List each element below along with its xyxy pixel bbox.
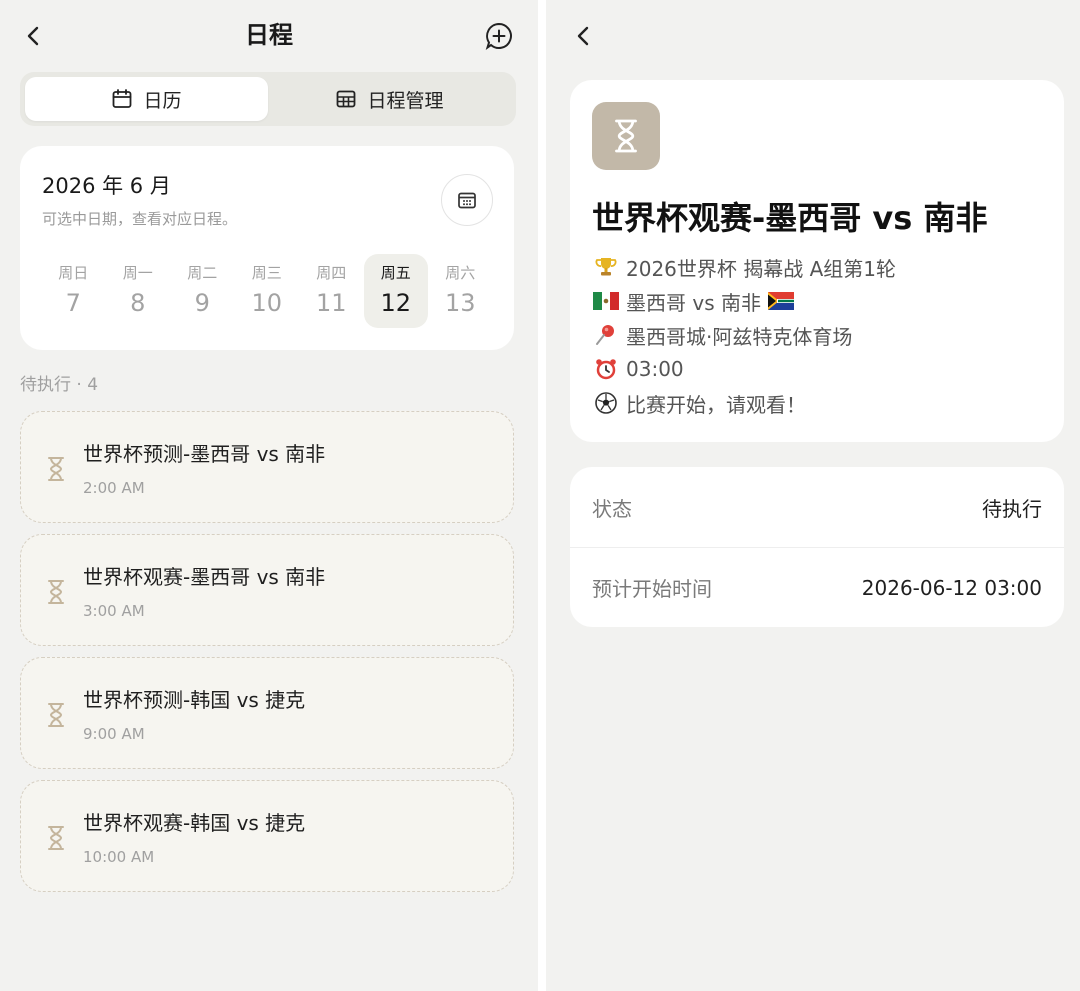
event-line-venue: 墨西哥城·阿兹特克体育场 (592, 318, 896, 352)
event-badge (592, 102, 660, 170)
chat-plus-icon (485, 22, 512, 51)
pin-icon (592, 322, 620, 348)
day-fri-selected[interactable]: 周五 12 (363, 254, 428, 328)
calendar-grid-icon (458, 192, 476, 209)
task-title: 世界杯预测-韩国 vs 捷克 (83, 688, 306, 712)
tab-schedule-management-label: 日程管理 (367, 89, 444, 112)
day-thu[interactable]: 周四 11 (299, 254, 364, 328)
schedule-detail-screen: 世界杯观赛-墨西哥 vs 南非 2026世界杯 揭幕战 A组第1轮 墨西哥 vs… (546, 0, 1080, 991)
task-time: 2:00 AM (83, 479, 145, 497)
mexico-flag-icon (592, 288, 620, 314)
task-time: 10:00 AM (83, 848, 155, 866)
event-info-lines: 2026世界杯 揭幕战 A组第1轮 墨西哥 vs 南非 墨西哥城·阿兹特克体育场 (592, 250, 896, 420)
task-title: 世界杯预测-墨西哥 vs 南非 (83, 442, 326, 466)
event-title: 世界杯观赛-墨西哥 vs 南非 (592, 199, 988, 237)
event-line-teams: 墨西哥 vs 南非 (592, 284, 896, 318)
start-time-label: 预计开始时间 (592, 577, 712, 601)
day-number: 11 (315, 289, 347, 317)
calendar-card: 2026 年 6 月 可选中日期，查看对应日程。 周日 7 周一 8 周二 9 周三 1… (20, 146, 514, 350)
event-line-tournament: 2026世界杯 揭幕战 A组第1轮 (592, 250, 896, 284)
status-label: 状态 (592, 496, 632, 521)
soccer-ball-icon (592, 390, 620, 416)
day-sat[interactable]: 周六 13 (428, 254, 493, 328)
task-title: 世界杯观赛-韩国 vs 捷克 (83, 811, 306, 835)
hourglass-icon (48, 826, 64, 850)
back-button[interactable] (566, 18, 602, 54)
event-tournament: 2026世界杯 揭幕战 A组第1轮 (626, 256, 897, 281)
day-number: 13 (444, 289, 476, 317)
day-number: 12 (380, 289, 412, 317)
task-item[interactable]: 世界杯预测-墨西哥 vs 南非 2:00 AM (20, 411, 514, 523)
schedule-screen: 日程 日历 日程管理 2026 年 6 月 可选中日期，查看对应日程。 周日 7… (0, 0, 538, 991)
view-tabs: 日历 日程管理 (20, 72, 516, 126)
alarm-clock-icon (592, 356, 620, 382)
event-teams: 墨西哥 vs 南非 (626, 290, 761, 315)
day-weekday: 周六 (445, 264, 476, 282)
tab-calendar-label: 日历 (143, 89, 182, 112)
day-weekday: 周日 (58, 264, 89, 282)
tab-schedule-management[interactable]: 日程管理 (268, 77, 511, 121)
start-time-row: 预计开始时间 2026-06-12 03:00 (570, 547, 1064, 627)
task-time: 3:00 AM (83, 602, 145, 620)
south-africa-flag-icon (767, 288, 795, 314)
hourglass-icon (48, 580, 64, 604)
event-line-message: 比赛开始，请观看！ (592, 386, 896, 420)
page-title: 日程 (245, 21, 293, 49)
status-value: 待执行 (982, 496, 1042, 521)
event-detail-card: 世界杯观赛-墨西哥 vs 南非 2026世界杯 揭幕战 A组第1轮 墨西哥 vs… (570, 80, 1064, 442)
week-strip: 周日 7 周一 8 周二 9 周三 10 周四 11 周五 12 周六 13 (41, 254, 493, 328)
event-venue: 墨西哥城·阿兹特克体育场 (626, 324, 853, 349)
status-row: 状态 待执行 (570, 467, 1064, 547)
day-tue[interactable]: 周二 9 (170, 254, 235, 328)
event-info-card: 状态 待执行 预计开始时间 2026-06-12 03:00 (570, 467, 1064, 627)
tab-calendar[interactable]: 日历 (25, 77, 268, 121)
day-weekday: 周一 (122, 264, 153, 282)
task-time: 9:00 AM (83, 725, 145, 743)
day-sun[interactable]: 周日 7 (41, 254, 106, 328)
day-weekday: 周四 (316, 264, 347, 282)
chevron-left-icon (577, 26, 589, 46)
day-weekday: 周五 (380, 264, 411, 282)
day-number: 9 (194, 289, 210, 317)
grid-icon (337, 90, 356, 108)
task-item[interactable]: 世界杯观赛-韩国 vs 捷克 10:00 AM (20, 780, 514, 892)
hourglass-icon (48, 703, 64, 727)
task-item[interactable]: 世界杯预测-韩国 vs 捷克 9:00 AM (20, 657, 514, 769)
day-number: 8 (130, 289, 146, 317)
day-wed[interactable]: 周三 10 (235, 254, 300, 328)
day-weekday: 周二 (187, 264, 218, 282)
event-line-time: 03:00 (592, 352, 896, 386)
day-number: 7 (65, 289, 81, 317)
date-picker-button[interactable] (441, 174, 493, 226)
day-weekday: 周三 (251, 264, 282, 282)
trophy-icon (592, 254, 620, 280)
task-item[interactable]: 世界杯观赛-墨西哥 vs 南非 3:00 AM (20, 534, 514, 646)
calendar-month: 2026 年 6 月 (42, 174, 171, 198)
start-time-value: 2026-06-12 03:00 (861, 575, 1042, 600)
calendar-icon (113, 89, 132, 108)
calendar-hint: 可选中日期，查看对应日程。 (42, 210, 238, 228)
event-time: 03:00 (626, 357, 684, 381)
day-number: 10 (251, 289, 283, 317)
day-mon[interactable]: 周一 8 (106, 254, 171, 328)
hourglass-icon (48, 457, 64, 481)
pending-section-label: 待执行 · 4 (20, 375, 99, 395)
add-schedule-button[interactable] (480, 17, 518, 55)
task-title: 世界杯观赛-墨西哥 vs 南非 (83, 565, 326, 589)
hourglass-icon (615, 119, 637, 153)
event-message: 比赛开始，请观看！ (626, 392, 806, 417)
